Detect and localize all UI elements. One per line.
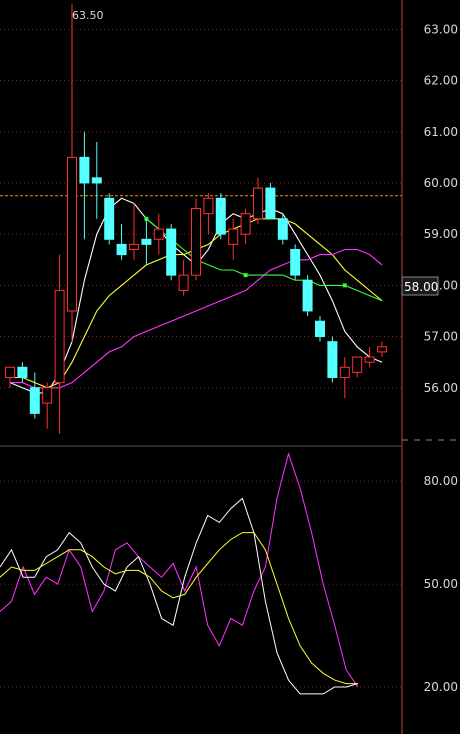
osc-tick-label: 20.00 (424, 680, 458, 694)
candle-body (377, 346, 387, 353)
stock-chart-svg: 63.00 62.00 61.00 60.00 59.00 58.00 57.00 56.00… (0, 0, 458, 734)
candle-body (327, 341, 338, 379)
candle-body (17, 366, 28, 379)
candle-body (29, 387, 40, 414)
candle-body (265, 187, 276, 220)
candle-body (240, 213, 251, 235)
price-tick-label: 57.00 (424, 330, 458, 344)
candle-body (178, 274, 189, 291)
candle-body (79, 156, 90, 184)
candle-body (228, 228, 239, 245)
candle-body (191, 208, 201, 276)
candle-body (54, 289, 65, 384)
candle-body (352, 356, 363, 373)
candle-body (129, 243, 139, 251)
candle-body (67, 156, 77, 312)
candle-body (5, 366, 15, 379)
candle-body (166, 228, 177, 276)
price-tick-label: 62.00 (424, 74, 458, 88)
peak-price-label: 63.50 (72, 9, 104, 22)
price-tick-label: 59.00 (424, 227, 458, 241)
price-tick-label: 56.00 (424, 381, 458, 395)
candle-body (42, 387, 53, 404)
candle-body (215, 197, 226, 235)
candle-body (315, 320, 325, 338)
candle-body (290, 249, 301, 276)
candle-body (153, 228, 164, 240)
candle-layer (5, 3, 387, 434)
candle-body (104, 197, 115, 240)
candle-body (339, 366, 350, 379)
candle-body (277, 218, 288, 240)
price-tick-label: 61.00 (424, 125, 458, 139)
candle-body (253, 187, 263, 220)
candle-body (141, 238, 152, 245)
ma-marker (243, 273, 248, 278)
candle-body (364, 356, 375, 363)
osc-tick-label: 80.00 (424, 474, 458, 488)
candle-body (116, 243, 127, 256)
ma-marker (342, 283, 347, 288)
current-price-text: 58.00 (404, 280, 438, 294)
candle-body (203, 197, 214, 215)
oscillator-layer (0, 452, 359, 695)
price-tick-label: 63.00 (424, 22, 458, 36)
osc-tick-label: 50.00 (424, 577, 458, 591)
candle-body (91, 177, 102, 184)
candle-body (302, 279, 313, 312)
current-price-tag[interactable]: 58.00 (401, 276, 439, 296)
stock-chart-window: 63.00 62.00 61.00 60.00 59.00 58.00 57.00 56.00… (0, 0, 460, 734)
oscillator-line (0, 532, 358, 685)
price-tick-label: 60.00 (424, 176, 458, 190)
